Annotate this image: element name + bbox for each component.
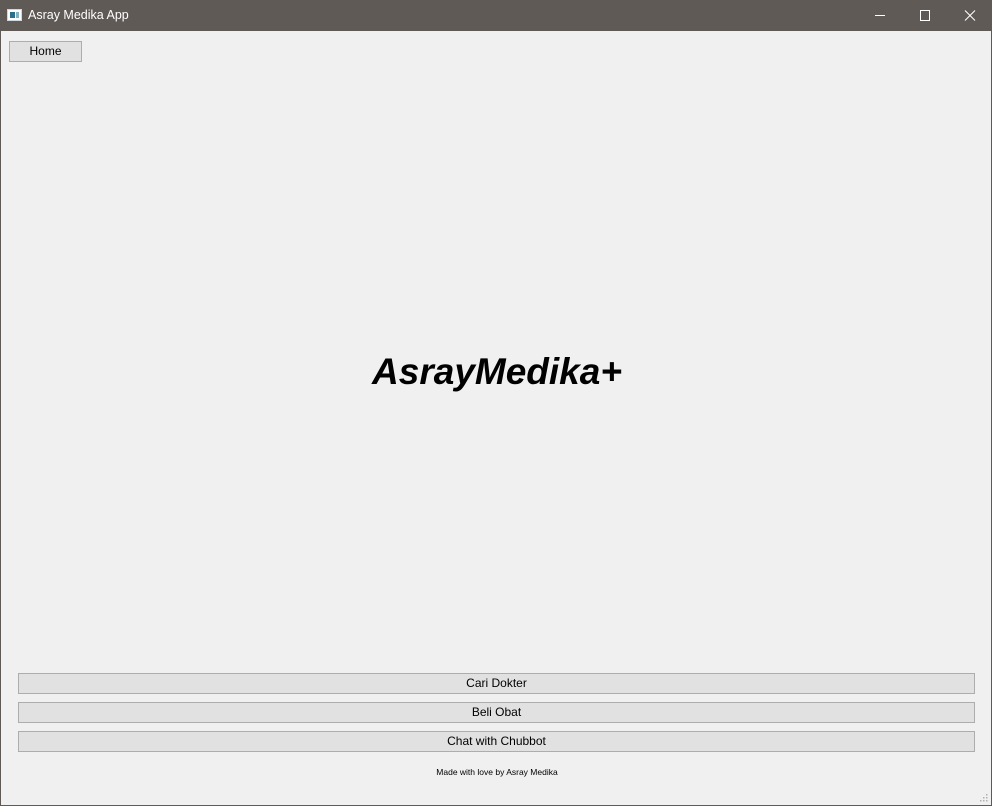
resize-grip-icon[interactable]: [980, 794, 988, 802]
chat-chubbot-button[interactable]: Chat with Chubbot: [18, 731, 975, 752]
close-button[interactable]: [947, 0, 992, 31]
title-bar[interactable]: Asray Medika App: [1, 0, 992, 31]
footer-credit: Made with love by Asray Medika: [436, 767, 558, 777]
home-button[interactable]: Home: [9, 41, 82, 62]
window-title: Asray Medika App: [28, 8, 129, 22]
cari-dokter-button[interactable]: Cari Dokter: [18, 673, 975, 694]
maximize-icon: [920, 10, 930, 21]
app-icon: [7, 9, 22, 21]
minimize-button[interactable]: [857, 0, 903, 31]
minimize-icon: [875, 15, 885, 16]
close-icon: [964, 10, 976, 21]
brand-title: AsrayMedika+: [372, 351, 622, 392]
beli-obat-button[interactable]: Beli Obat: [18, 702, 975, 723]
maximize-button[interactable]: [902, 0, 948, 31]
app-window: Asray Medika App Home AsrayMedika+ Cari …: [0, 0, 992, 806]
